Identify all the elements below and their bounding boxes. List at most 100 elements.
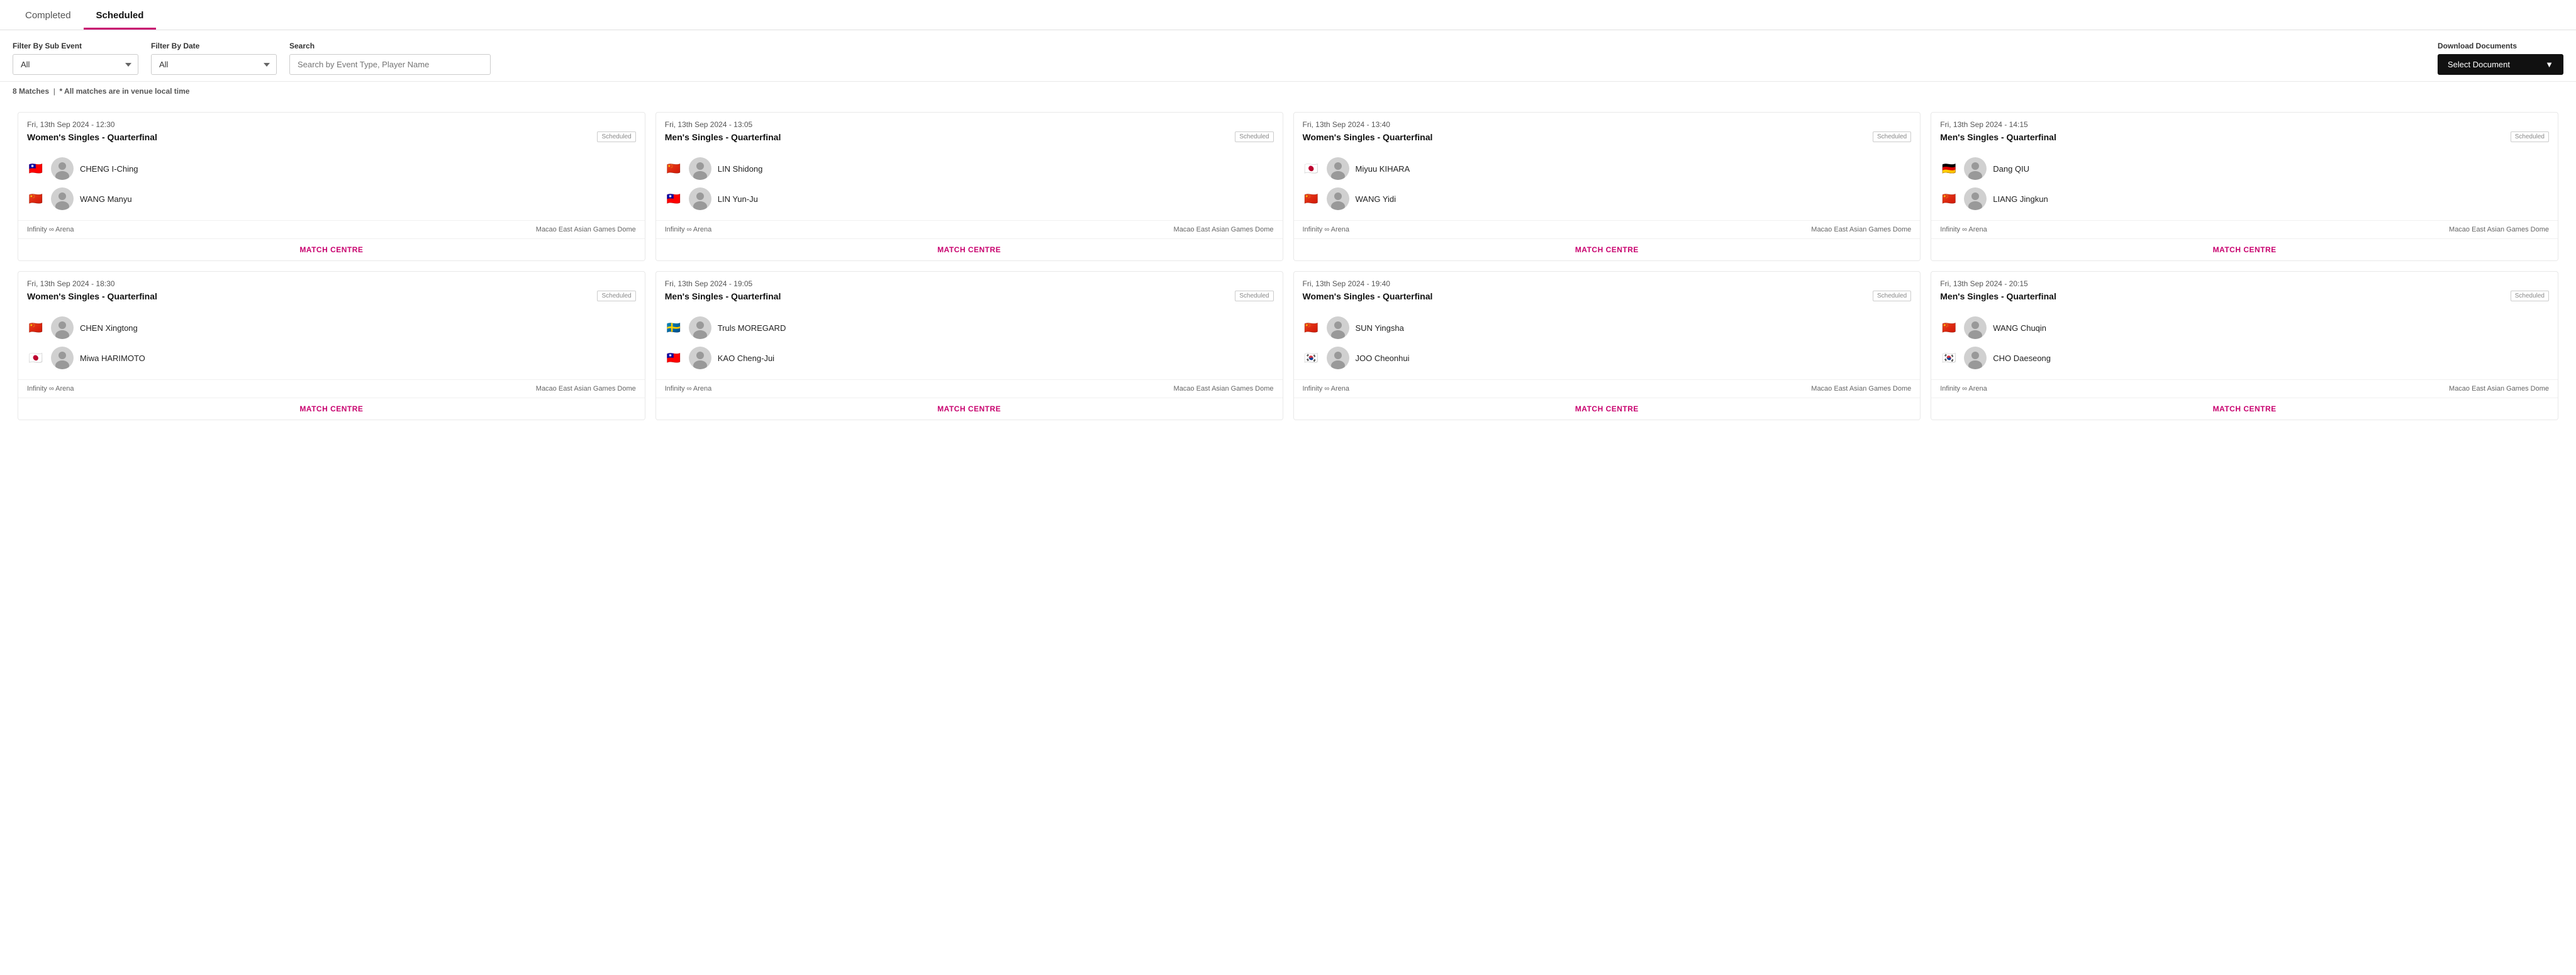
status-badge: Scheduled (597, 291, 635, 301)
venue-location: Macao East Asian Games Dome (536, 226, 636, 233)
avatar (51, 157, 74, 180)
venue-name: Infinity ∞ Arena (27, 385, 74, 393)
match-card: Fri, 13th Sep 2024 - 20:15 Men's Singles… (1931, 271, 2558, 420)
avatar (51, 316, 74, 339)
match-datetime: Fri, 13th Sep 2024 - 13:05 (665, 120, 1274, 129)
avatar (1327, 157, 1349, 180)
match-card: Fri, 13th Sep 2024 - 13:05 Men's Singles… (655, 112, 1283, 261)
card-footer: Infinity ∞ Arena Macao East Asian Games … (656, 220, 1283, 238)
match-event-name: Women's Singles - Quarterfinal (1303, 291, 1433, 301)
card-header: Fri, 13th Sep 2024 - 20:15 Men's Singles… (1931, 272, 2558, 306)
venue-name: Infinity ∞ Arena (1940, 226, 1987, 233)
status-badge: Scheduled (1873, 291, 1911, 301)
card-event-row: Women's Singles - Quarterfinal Scheduled (27, 291, 636, 301)
search-input[interactable] (289, 54, 491, 75)
status-badge: Scheduled (1235, 131, 1273, 142)
card-event-row: Men's Singles - Quarterfinal Scheduled (1940, 131, 2549, 142)
match-centre-button[interactable]: MATCH CENTRE (656, 238, 1283, 260)
date-filter: Filter By Date All (151, 42, 277, 75)
match-centre-button[interactable]: MATCH CENTRE (18, 398, 645, 420)
player-row: 🇯🇵 Miyuu KIHARA (1303, 153, 1912, 184)
matches-info: 8 Matches | * All matches are in venue l… (0, 82, 2576, 101)
player-row: 🇰🇷 CHO Daeseong (1940, 343, 2549, 373)
player-flag: 🇹🇼 (665, 192, 683, 205)
venue-location: Macao East Asian Games Dome (1174, 385, 1274, 393)
status-badge: Scheduled (2511, 131, 2549, 142)
players-area: 🇹🇼 CHENG I-Ching 🇨🇳 (18, 147, 645, 220)
player-flag: 🇹🇼 (27, 162, 45, 175)
player-flag: 🇹🇼 (665, 352, 683, 364)
match-card: Fri, 13th Sep 2024 - 18:30 Women's Singl… (18, 271, 645, 420)
status-badge: Scheduled (1235, 291, 1273, 301)
match-centre-button[interactable]: MATCH CENTRE (656, 398, 1283, 420)
venue-name: Infinity ∞ Arena (665, 385, 712, 393)
player-row: 🇨🇳 WANG Chuqin (1940, 313, 2549, 343)
venue-location: Macao East Asian Games Dome (1811, 226, 1911, 233)
sub-event-filter: Filter By Sub Event All (13, 42, 138, 75)
player-row: 🇨🇳 WANG Yidi (1303, 184, 1912, 214)
player-flag: 🇨🇳 (1303, 321, 1320, 334)
tab-scheduled[interactable]: Scheduled (84, 0, 157, 30)
avatar (689, 187, 711, 210)
card-header: Fri, 13th Sep 2024 - 14:15 Men's Singles… (1931, 113, 2558, 147)
filters-row: Filter By Sub Event All Filter By Date A… (0, 30, 2576, 82)
match-event-name: Men's Singles - Quarterfinal (1940, 132, 2056, 142)
match-card: Fri, 13th Sep 2024 - 13:40 Women's Singl… (1293, 112, 1921, 261)
match-event-name: Women's Singles - Quarterfinal (27, 291, 157, 301)
player-name: Miwa HARIMOTO (80, 354, 145, 363)
card-footer: Infinity ∞ Arena Macao East Asian Games … (656, 379, 1283, 398)
card-header: Fri, 13th Sep 2024 - 12:30 Women's Singl… (18, 113, 645, 147)
player-row: 🇹🇼 KAO Cheng-Jui (665, 343, 1274, 373)
avatar (689, 316, 711, 339)
tab-completed[interactable]: Completed (13, 0, 84, 30)
players-area: 🇯🇵 Miyuu KIHARA 🇨🇳 (1294, 147, 1921, 220)
match-centre-button[interactable]: MATCH CENTRE (1294, 398, 1921, 420)
match-datetime: Fri, 13th Sep 2024 - 14:15 (1940, 120, 2549, 129)
date-label: Filter By Date (151, 42, 277, 50)
download-label: Download Documents (2438, 42, 2563, 50)
card-header: Fri, 13th Sep 2024 - 13:40 Women's Singl… (1294, 113, 1921, 147)
venue-location: Macao East Asian Games Dome (536, 385, 636, 393)
venue-location: Macao East Asian Games Dome (2449, 226, 2549, 233)
player-flag: 🇨🇳 (27, 192, 45, 205)
player-name: CHEN Xingtong (80, 323, 138, 333)
sub-event-select[interactable]: All (13, 54, 138, 75)
player-row: 🇹🇼 CHENG I-Ching (27, 153, 636, 184)
match-centre-button[interactable]: MATCH CENTRE (18, 238, 645, 260)
player-flag: 🇨🇳 (665, 162, 683, 175)
match-centre-button[interactable]: MATCH CENTRE (1294, 238, 1921, 260)
player-name: SUN Yingsha (1356, 323, 1404, 333)
player-row: 🇨🇳 CHEN Xingtong (27, 313, 636, 343)
players-area: 🇨🇳 SUN Yingsha 🇰🇷 (1294, 306, 1921, 379)
card-footer: Infinity ∞ Arena Macao East Asian Games … (1294, 379, 1921, 398)
card-header: Fri, 13th Sep 2024 - 19:40 Women's Singl… (1294, 272, 1921, 306)
match-centre-button[interactable]: MATCH CENTRE (1931, 238, 2558, 260)
player-name: Truls MOREGARD (718, 323, 786, 333)
match-card: Fri, 13th Sep 2024 - 12:30 Women's Singl… (18, 112, 645, 261)
matches-grid: Fri, 13th Sep 2024 - 12:30 Women's Singl… (0, 101, 2576, 432)
match-centre-button[interactable]: MATCH CENTRE (1931, 398, 2558, 420)
player-name: WANG Manyu (80, 194, 132, 204)
player-name: LIN Shidong (718, 164, 763, 174)
date-select[interactable]: All (151, 54, 277, 75)
player-row: 🇨🇳 WANG Manyu (27, 184, 636, 214)
card-footer: Infinity ∞ Arena Macao East Asian Games … (1931, 379, 2558, 398)
avatar (1327, 347, 1349, 369)
player-name: Miyuu KIHARA (1356, 164, 1410, 174)
player-flag: 🇨🇳 (1940, 321, 1958, 334)
player-flag: 🇸🇪 (665, 321, 683, 334)
card-event-row: Women's Singles - Quarterfinal Scheduled (1303, 291, 1912, 301)
search-label: Search (289, 42, 491, 50)
match-datetime: Fri, 13th Sep 2024 - 19:40 (1303, 279, 1912, 288)
download-select-button[interactable]: Select Document ▼ (2438, 54, 2563, 75)
player-flag: 🇩🇪 (1940, 162, 1958, 175)
player-name: WANG Chuqin (1993, 323, 2046, 333)
avatar (1327, 316, 1349, 339)
players-area: 🇨🇳 LIN Shidong 🇹🇼 (656, 147, 1283, 220)
player-row: 🇨🇳 SUN Yingsha (1303, 313, 1912, 343)
venue-name: Infinity ∞ Arena (1303, 226, 1350, 233)
venue-location: Macao East Asian Games Dome (2449, 385, 2549, 393)
venue-location: Macao East Asian Games Dome (1174, 226, 1274, 233)
card-event-row: Men's Singles - Quarterfinal Scheduled (1940, 291, 2549, 301)
player-flag: 🇨🇳 (1940, 192, 1958, 205)
